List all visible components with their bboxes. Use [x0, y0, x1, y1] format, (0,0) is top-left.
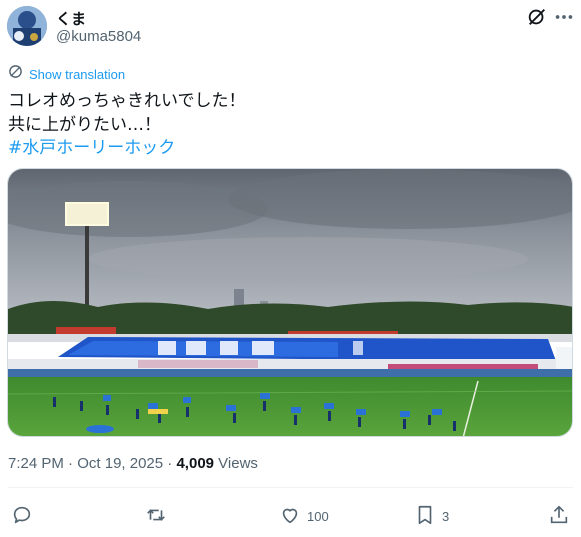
repost-icon	[145, 504, 167, 529]
tweet-time[interactable]: 7:24 PM	[8, 455, 64, 472]
bookmark-count: 3	[442, 509, 450, 524]
views-count: 4,009	[176, 455, 215, 472]
tweet-text-line-1: コレオめっちゃきれいでした！	[8, 91, 246, 111]
tweet-text-line-2: 共に上がりたい…！	[8, 115, 161, 135]
meta-separator: ·	[63, 455, 78, 472]
views-label: Views	[214, 455, 258, 472]
tweet-date[interactable]: Oct 19, 2025	[77, 455, 163, 472]
reply-icon	[11, 504, 33, 529]
grok-icon[interactable]	[526, 6, 548, 28]
tweet: くま @kuma5804 Show translation コレオめっちゃきれい…	[0, 0, 581, 537]
globe-icon	[8, 64, 23, 84]
meta-separator: ·	[163, 455, 177, 472]
display-name[interactable]: くま	[56, 8, 86, 29]
hashtag-link[interactable]: #水戸ホーリーホック	[8, 133, 175, 158]
show-translation-link[interactable]: Show translation	[29, 67, 125, 82]
share-button[interactable]	[548, 504, 570, 529]
handle[interactable]: @kuma5804	[56, 28, 141, 45]
like-button[interactable]: 100	[279, 504, 329, 529]
share-icon	[548, 504, 570, 529]
reply-button[interactable]	[11, 504, 39, 529]
heart-icon	[279, 504, 301, 529]
divider	[8, 487, 573, 488]
repost-button[interactable]	[145, 504, 173, 529]
tweet-photo[interactable]	[7, 168, 573, 437]
bookmark-icon	[414, 504, 436, 529]
bookmark-button[interactable]: 3	[414, 504, 449, 529]
translate-row: Show translation	[8, 64, 125, 84]
tweet-meta: 7:24 PM · Oct 19, 2025 · 4,009 Views	[8, 455, 258, 472]
like-count: 100	[307, 509, 329, 524]
more-icon[interactable]	[553, 6, 575, 28]
avatar[interactable]	[7, 6, 47, 46]
